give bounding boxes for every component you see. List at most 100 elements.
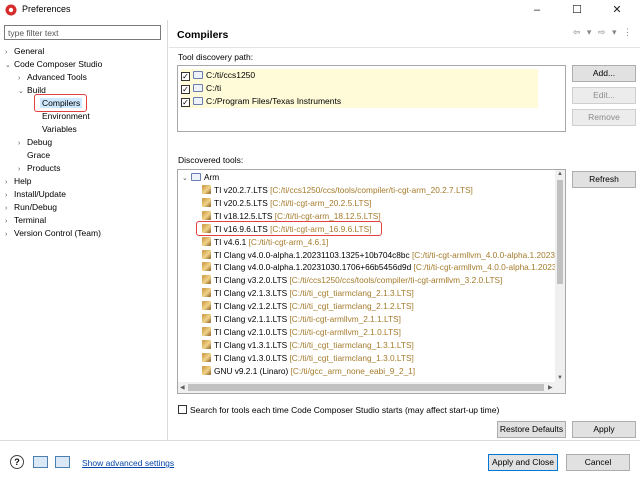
tool-group-arm[interactable]: ⌄ Arm [182, 171, 219, 184]
chevron-down-icon[interactable]: ⌄ [5, 59, 14, 72]
discovered-tools-label: Discovered tools: [178, 155, 244, 165]
scrollbar-thumb[interactable] [188, 384, 544, 391]
scroll-up-icon[interactable]: ▲ [557, 171, 563, 177]
tree-item-label: Code Composer Studio [14, 59, 103, 69]
tree-item-products[interactable]: › Products [18, 162, 61, 175]
scroll-down-icon[interactable]: ▼ [557, 375, 563, 381]
scroll-right-icon[interactable]: ▶ [548, 384, 553, 391]
compiler-icon [202, 314, 211, 323]
checkbox[interactable] [178, 405, 187, 414]
tool-path: [C:/ti/ti_cgt_tiarmclang_1.3.1.LTS] [289, 339, 414, 350]
window-title: Preferences [22, 4, 71, 14]
tool-name: TI Clang v1.3.0.LTS [214, 352, 288, 363]
tool-path: [C:/ti/ccs1250/ccs/tools/compiler/ti-cgt… [289, 275, 503, 286]
checkbox[interactable]: ✓ [181, 85, 190, 94]
page-title: Compilers [177, 29, 229, 41]
tool-row[interactable]: GNU v9.2.1 (Linaro) [C:/ti/gcc_arm_none_… [202, 365, 415, 378]
edit-button[interactable]: Edit... [572, 87, 636, 104]
tree-item-label: Variables [42, 124, 77, 134]
tool-row[interactable]: TI Clang v1.3.0.LTS [C:/ti/ti_cgt_tiarmc… [202, 352, 414, 365]
tree-item-general[interactable]: › General [5, 45, 44, 58]
chevron-down-icon[interactable]: ⌄ [18, 85, 27, 98]
tool-path: [C:/ti/ti_cgt_tiarmclang_2.1.2.LTS] [289, 301, 414, 312]
tool-discovery-label: Tool discovery path: [178, 52, 254, 62]
tool-row[interactable]: TI v20.2.5.LTS [C:/ti/ti-cgt-arm_20.2.5.… [202, 197, 371, 210]
export-icon[interactable] [55, 456, 70, 468]
tool-path: [C:/ti/gcc_arm_none_eabi_9_2_1] [290, 365, 416, 376]
tool-name: TI Clang v3.2.0.LTS [214, 275, 288, 286]
tree-item-help[interactable]: › Help [5, 175, 31, 188]
tool-name: TI v20.2.5.LTS [214, 197, 268, 208]
tree-item-code-composer-studio[interactable]: ⌄ Code Composer Studio [5, 58, 102, 71]
tool-row[interactable]: TI Clang v1.3.1.LTS [C:/ti/ti_cgt_tiarmc… [202, 339, 414, 352]
filter-input[interactable] [4, 25, 161, 40]
minimize-button[interactable]: – [522, 2, 552, 18]
tree-item-debug[interactable]: › Debug [18, 136, 52, 149]
tree-item-variables[interactable]: Variables [42, 123, 77, 136]
add-button[interactable]: Add... [572, 65, 636, 82]
tool-row[interactable]: TI v20.2.7.LTS [C:/ti/ccs1250/ccs/tools/… [202, 184, 473, 197]
header-divider [169, 47, 640, 48]
tool-path: [C:/ti/ti_cgt_tiarmclang_1.3.0.LTS] [289, 352, 414, 363]
discovery-path-text: C:/ti [206, 83, 222, 93]
maximize-button[interactable]: ☐ [562, 2, 592, 18]
tool-path: [C:/ti/ti-cgt-arm_18.12.5.LTS] [274, 210, 381, 221]
chevron-right-icon[interactable]: › [18, 137, 27, 150]
restore-defaults-button[interactable]: Restore Defaults [497, 421, 566, 438]
tree-item-label: General [14, 46, 45, 56]
tree-item-terminal[interactable]: › Terminal [5, 214, 46, 227]
remove-button[interactable]: Remove [572, 109, 636, 126]
tool-path: [C:/ti/ti-cgt-armllvm_4.0.0-alpha.1.2023… [411, 249, 565, 260]
scroll-left-icon[interactable]: ◀ [180, 384, 185, 391]
apply-and-close-button[interactable]: Apply and Close [488, 454, 558, 471]
title-bar: Preferences – ☐ ✕ [0, 0, 640, 20]
apply-button[interactable]: Apply [572, 421, 636, 438]
close-button[interactable]: ✕ [602, 2, 632, 18]
chevron-down-icon[interactable]: ⌄ [182, 173, 191, 186]
tree-item-version-control[interactable]: › Version Control (Team) [5, 227, 101, 240]
vertical-scrollbar[interactable]: ▲ ▼ [555, 170, 565, 384]
help-icon[interactable]: ? [10, 455, 24, 469]
import-icon[interactable] [33, 456, 48, 468]
tool-row[interactable]: TI Clang v2.1.3.LTS [C:/ti/ti_cgt_tiarmc… [202, 287, 414, 300]
discovery-path-row[interactable]: ✓ C:/Program Files/Texas Instruments [181, 95, 538, 108]
dialog-footer: ? Show advanced settings Apply and Close… [0, 440, 640, 478]
folder-icon [193, 71, 203, 79]
tool-name: TI Clang v2.1.1.LTS [214, 314, 288, 324]
tree-item-run-debug[interactable]: › Run/Debug [5, 201, 57, 214]
tool-path: [C:/ti/ccs1250/ccs/tools/compiler/ti-cgt… [270, 185, 473, 195]
tool-row[interactable]: TI Clang v4.0.0-alpha.1.20231103.1325+10… [202, 249, 565, 262]
tree-item-install-update[interactable]: › Install/Update [5, 188, 66, 201]
tool-discovery-list: ✓ C:/ti/ccs1250 ✓ C:/ti ✓ C:/Program Files/… [177, 65, 566, 132]
discovery-path-row[interactable]: ✓ C:/ti/ccs1250 [181, 69, 538, 82]
checkbox[interactable]: ✓ [181, 72, 190, 81]
tool-row[interactable]: TI Clang v2.1.2.LTS [C:/ti/ti_cgt_tiarmc… [202, 300, 414, 313]
cancel-button[interactable]: Cancel [566, 454, 630, 471]
discovered-tools-list: ⌄ Arm TI v20.2.7.LTS [C:/ti/ccs1250/ccs/t… [177, 169, 566, 394]
search-on-startup-option[interactable]: Search for tools each time Code Composer… [178, 405, 499, 415]
checkbox[interactable]: ✓ [181, 98, 190, 107]
tool-row[interactable]: TI v4.6.1 [C:/ti/ti-cgt-arm_4.6.1] [202, 236, 328, 249]
tool-row[interactable]: TI Clang v2.1.0.LTS [C:/ti/ti-cgt-armllv… [202, 326, 401, 339]
tool-name: TI Clang v2.1.3.LTS [214, 288, 288, 299]
tree-item-label: Version Control (Team) [14, 228, 101, 238]
tool-row[interactable]: TI Clang v2.1.1.LTS [C:/ti/ti-cgt-armllv… [202, 313, 401, 326]
scrollbar-thumb[interactable] [557, 180, 563, 284]
tool-path: [C:/ti/ti-cgt-armllvm_4.0.0-alpha.1.2023… [413, 262, 565, 273]
tree-item-advanced-tools[interactable]: › Advanced Tools [18, 71, 87, 84]
horizontal-scrollbar[interactable]: ◀ ▶ [178, 382, 565, 393]
chevron-right-icon[interactable]: › [5, 228, 14, 241]
tool-row[interactable]: TI Clang v4.0.0-alpha.1.20231030.1706+66… [202, 261, 565, 274]
tool-path: [C:/ti/ti_cgt_tiarmclang_2.1.3.LTS] [289, 288, 414, 299]
tool-row[interactable]: TI Clang v3.2.0.LTS [C:/ti/ccs1250/ccs/t… [202, 274, 502, 287]
show-advanced-settings-link[interactable]: Show advanced settings [82, 458, 174, 468]
navigation-arrows-icon[interactable]: ⇦ ▾ ⇨ ▾ ⋮ [573, 27, 634, 38]
tool-name: TI Clang v1.3.1.LTS [214, 339, 288, 350]
compiler-icon [202, 288, 211, 298]
compiler-icon [202, 197, 211, 207]
refresh-button[interactable]: Refresh [572, 171, 636, 188]
tool-path: [C:/ti/ti-cgt-armllvm_2.1.1.LTS] [289, 314, 401, 324]
discovery-path-row[interactable]: ✓ C:/ti [181, 82, 538, 95]
tree-item-label: Debug [27, 137, 53, 147]
tree-item-grace[interactable]: Grace [27, 149, 50, 162]
